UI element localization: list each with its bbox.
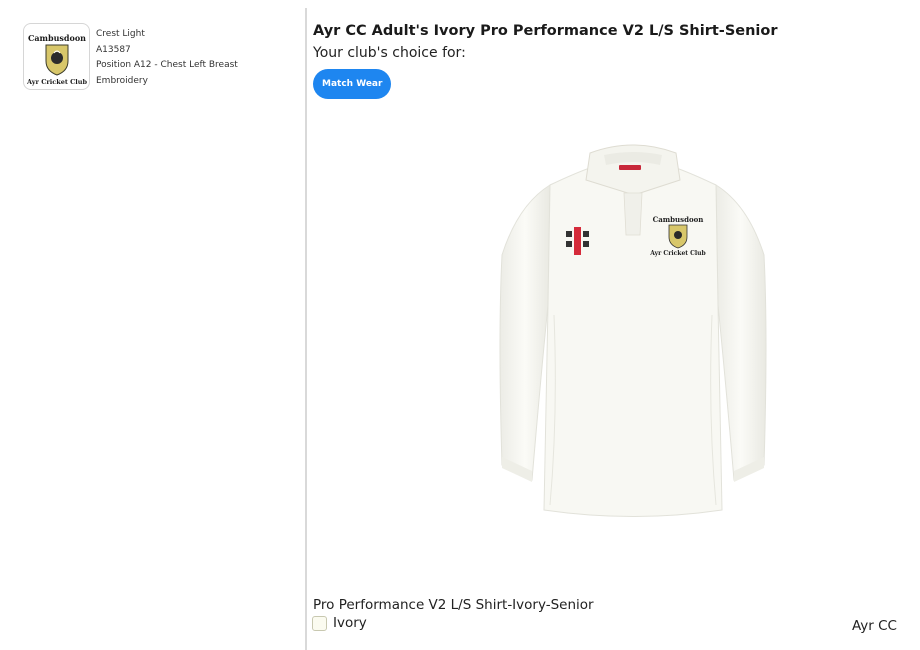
crest-panel: Cambusdoon Ayr Cricket Club Crest Light …	[0, 0, 305, 650]
product-title: Ayr CC Adult's Ivory Pro Performance V2 …	[313, 23, 778, 39]
match-wear-tag[interactable]: Match Wear	[313, 69, 392, 99]
crest-details: Crest Light A13587 Position A12 - Chest …	[96, 27, 238, 89]
svg-text:Ayr Cricket Club: Ayr Cricket Club	[649, 250, 705, 257]
club-crest-icon: Cambusdoon Ayr Cricket Club	[27, 33, 87, 86]
crest-position: Position A12 - Chest Left Breast	[96, 60, 238, 70]
shirt-icon: Cambusdoon Ayr Cricket Club	[499, 144, 767, 517]
crest-method: Embroidery	[96, 75, 148, 86]
crest-name: Crest Light	[96, 29, 145, 39]
color-option-label: Ivory	[333, 615, 367, 631]
variant-name: Pro Performance V2 L/S Shirt-Ivory-Senio…	[313, 597, 594, 613]
crest-text-bottom: Ayr Cricket Club	[27, 78, 87, 86]
product-image: Cambusdoon Ayr Cricket Club	[488, 135, 778, 525]
club-choice-label: Your club's choice for:	[313, 45, 466, 61]
svg-text:Cambusdoon: Cambusdoon	[653, 215, 704, 224]
collar-label-icon	[619, 165, 641, 170]
crest-code: A13587	[96, 44, 131, 55]
color-option[interactable]: Ivory	[312, 615, 367, 631]
club-name: Ayr CC	[851, 618, 897, 634]
ivory-checkbox[interactable]	[312, 615, 327, 631]
crest-text-top: Cambusdoon	[27, 33, 85, 43]
panel-divider	[305, 8, 307, 650]
crest-thumbnail[interactable]: Cambusdoon Ayr Cricket Club	[23, 23, 90, 90]
